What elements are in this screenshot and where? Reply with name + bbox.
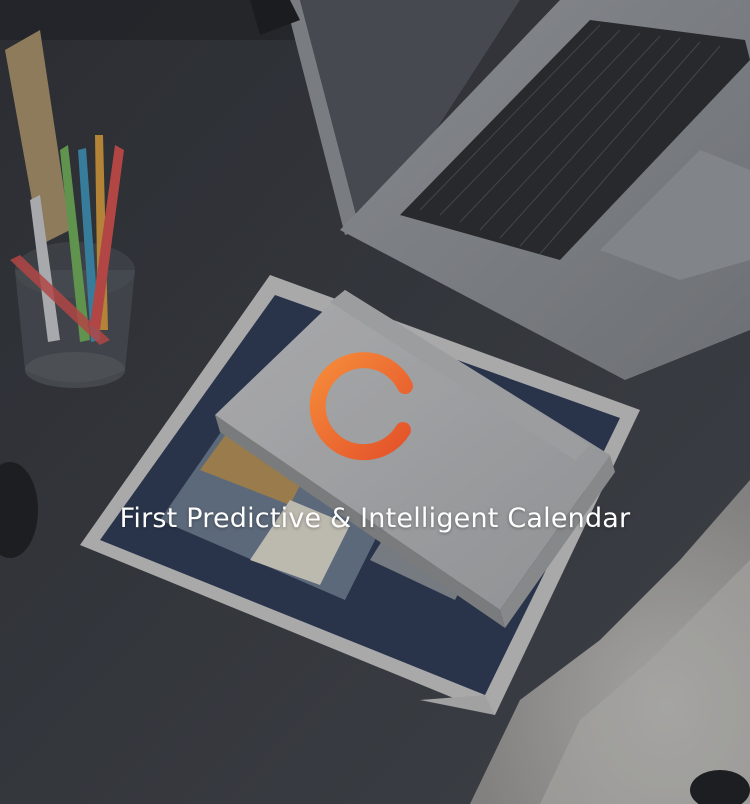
splash-screen: First Predictive & Intelligent Calendar: [0, 0, 750, 804]
power-g-logo-icon: [309, 352, 447, 461]
hero-tagline: First Predictive & Intelligent Calendar: [119, 503, 631, 534]
